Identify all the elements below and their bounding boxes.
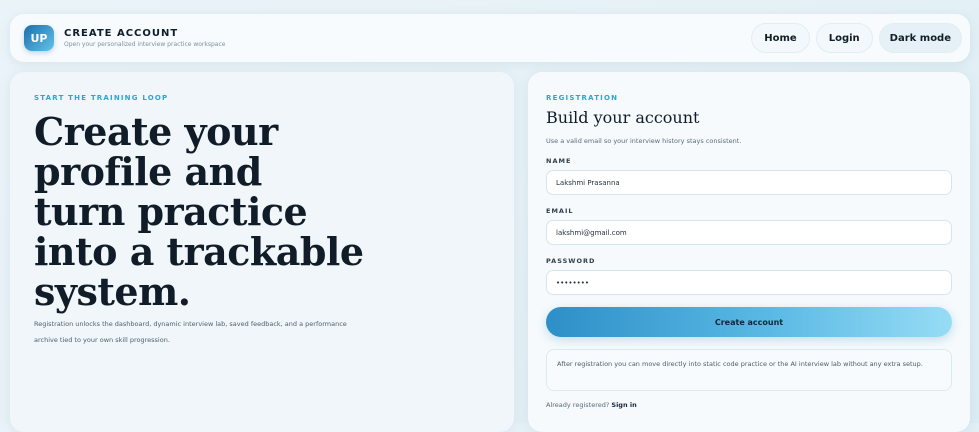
brand-block: CREATE ACCOUNT Open your personalized in…: [64, 28, 225, 48]
registration-subtitle: Use a valid email so your interview hist…: [546, 137, 742, 145]
hero-card: START THE TRAINING LOOP Create your prof…: [10, 72, 514, 432]
registration-note: After registration you can move directly…: [546, 349, 952, 391]
page-title: CREATE ACCOUNT: [64, 28, 179, 39]
signin-row: Already registered? Sign in: [546, 401, 952, 409]
create-account-button[interactable]: Create account: [546, 307, 952, 337]
signin-prompt: Already registered?: [546, 401, 610, 409]
name-label: NAME: [546, 157, 572, 165]
page-subtitle: Open your personalized interview practic…: [64, 41, 226, 48]
registration-card: REGISTRATION Build your account Use a va…: [528, 72, 970, 432]
hero-description: Registration unlocks the dashboard, dyna…: [34, 320, 347, 344]
email-field[interactable]: lakshmi@gmail.com: [546, 220, 952, 245]
signin-link[interactable]: Sign in: [611, 401, 636, 409]
hero-heading: Create your profile and turn practice in…: [34, 109, 364, 314]
dark-mode-toggle[interactable]: Dark mode: [878, 23, 962, 53]
login-link[interactable]: Login: [815, 23, 873, 53]
app-header: UP CREATE ACCOUNT Open your personalized…: [10, 14, 970, 62]
email-label: EMAIL: [546, 207, 574, 215]
name-field[interactable]: Lakshmi Prasanna: [546, 170, 952, 195]
registration-title: Build your account: [546, 108, 700, 127]
registration-eyebrow: REGISTRATION: [546, 94, 619, 102]
password-field[interactable]: ••••••••: [546, 270, 952, 295]
password-label: PASSWORD: [546, 257, 596, 265]
hero-eyebrow: START THE TRAINING LOOP: [34, 94, 169, 102]
app-logo[interactable]: UP: [24, 25, 54, 51]
home-link[interactable]: Home: [751, 23, 810, 53]
top-nav: Home Login Dark mode: [751, 23, 962, 53]
